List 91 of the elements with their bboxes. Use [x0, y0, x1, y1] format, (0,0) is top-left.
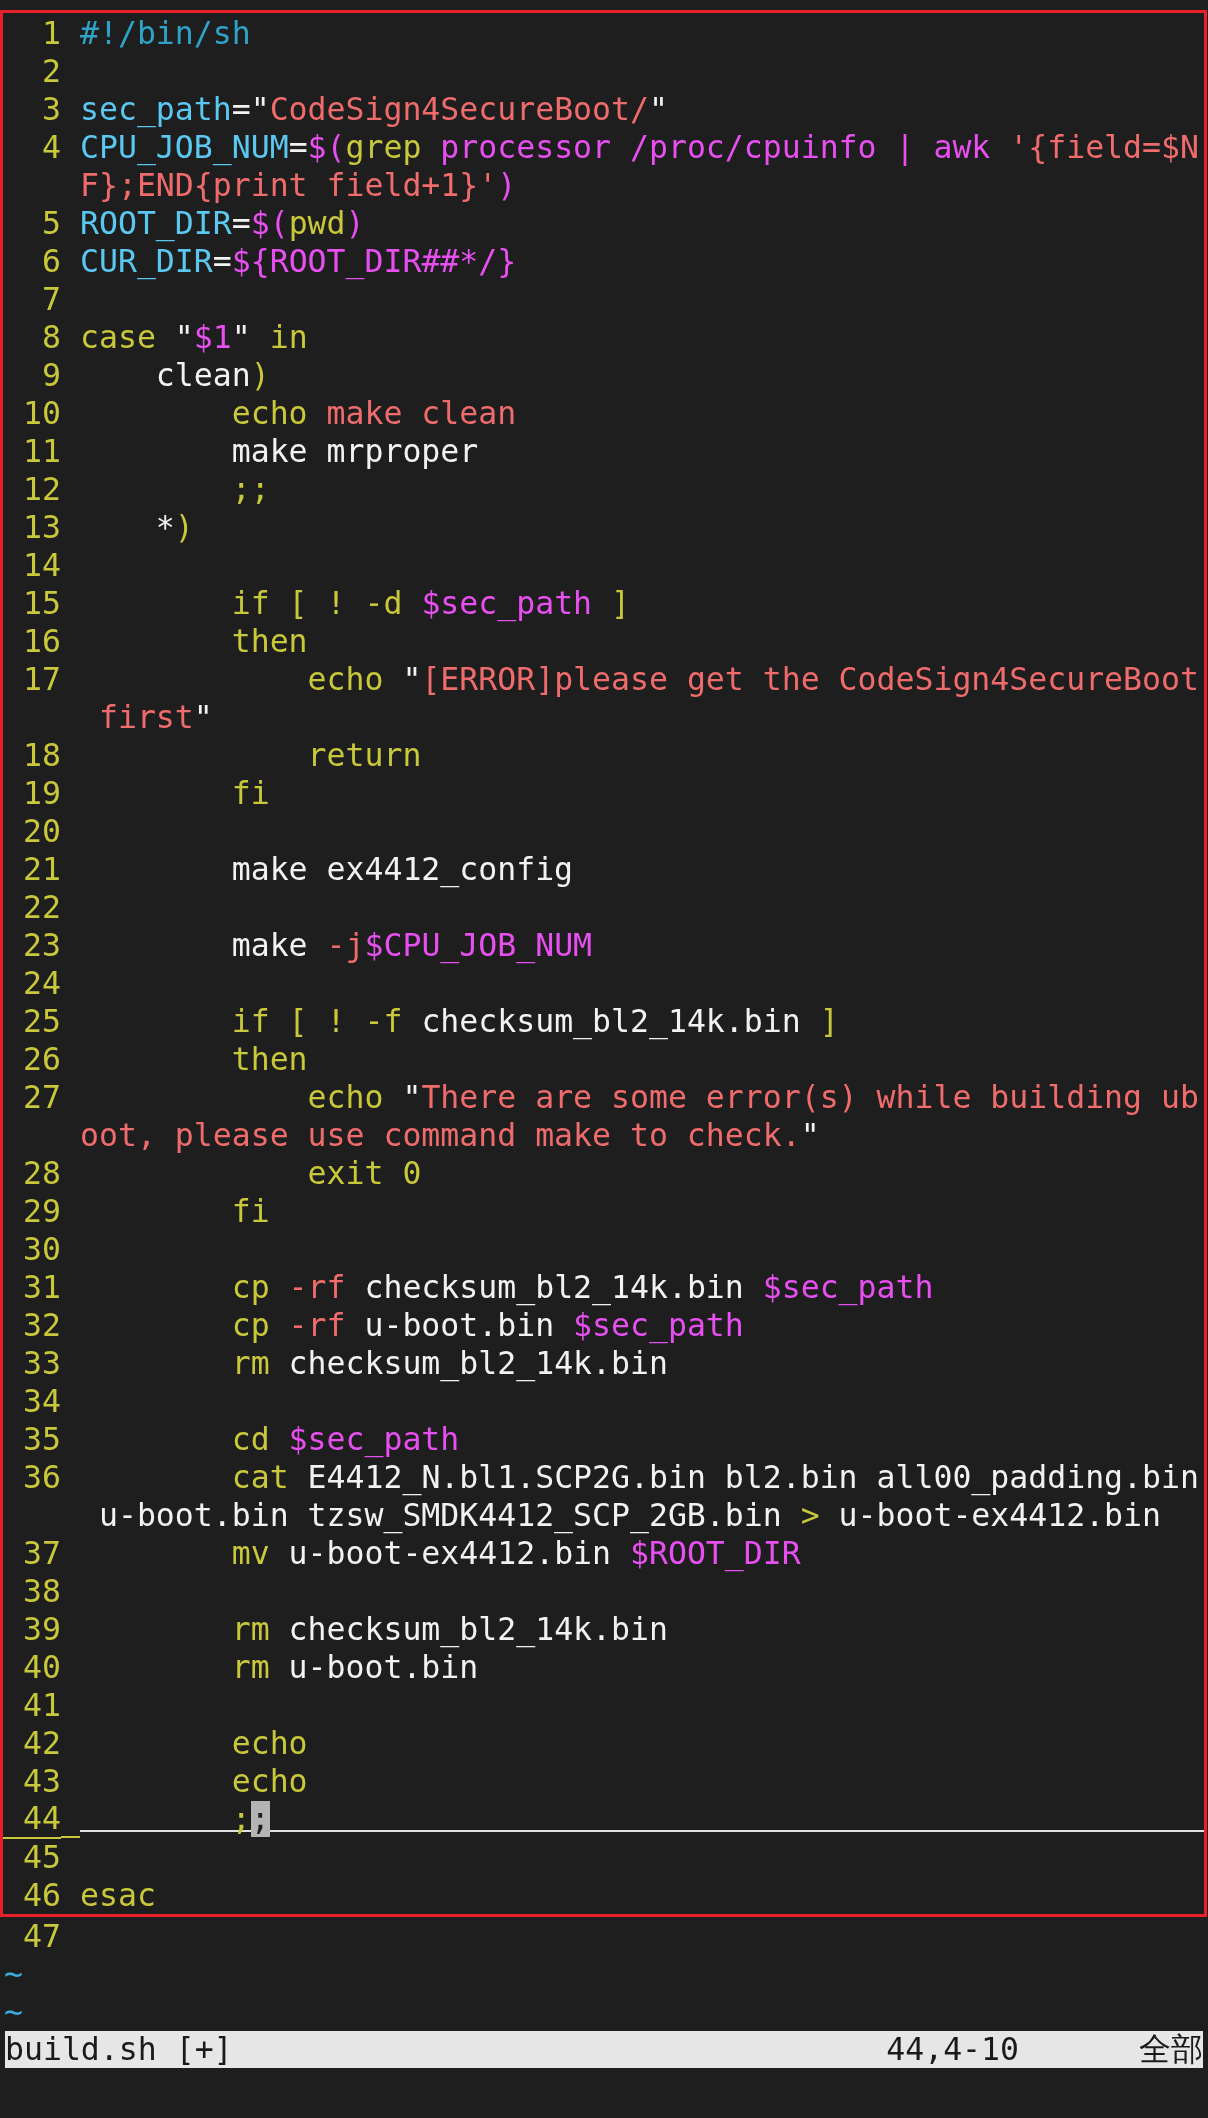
line-number: 26 — [22, 1040, 61, 1078]
line-number: 46 — [22, 1876, 61, 1914]
line-number: 10 — [22, 394, 61, 432]
code-line: CUR_DIR=${ROOT_DIR##*/} — [80, 242, 517, 280]
line-number: 23 — [22, 926, 61, 964]
line-number: 11 — [22, 432, 61, 470]
line-number: 32 — [22, 1306, 61, 1344]
code-line: sec_path="CodeSign4SecureBoot/" — [80, 90, 668, 128]
line-number: 4 — [41, 128, 61, 166]
line-number: 37 — [22, 1534, 61, 1572]
cursor-position: 44,4-10 — [886, 2029, 1019, 2069]
code-line: echo "There are some error(s) while building ub — [306, 1078, 1199, 1116]
line-number: 38 — [22, 1572, 61, 1610]
line-number: 6 — [41, 242, 61, 280]
line-number: 2 — [41, 52, 61, 90]
code-line: cd $sec_path — [230, 1420, 460, 1458]
line-number: 14 — [22, 546, 61, 584]
code-line: cat E4412_N.bl1.SCP2G.bin bl2.bin all00_padding.bin — [230, 1458, 1199, 1496]
line-number: 15 — [22, 584, 61, 622]
file-name: build.sh [+] — [5, 2029, 233, 2069]
line-number: 28 — [22, 1154, 61, 1192]
line-number: 29 — [22, 1192, 61, 1230]
code-line: echo — [230, 1724, 308, 1762]
code-line: return — [306, 736, 422, 774]
code-line: if [ ! -f checksum_bl2_14k.bin ] — [230, 1002, 839, 1040]
line-number: 35 — [22, 1420, 61, 1458]
line-number: 33 — [22, 1344, 61, 1382]
code-line: echo make clean — [230, 394, 517, 432]
line-number: 47 — [22, 1917, 61, 1955]
line-number: 44 — [3, 1799, 61, 1839]
line-number: 41 — [22, 1686, 61, 1724]
code-line: ;; — [230, 470, 270, 508]
code-line: u-boot.bin tzsw_SMDK4412_SCP_2GB.bin > u-boot-ex4412.bin — [97, 1496, 1161, 1534]
code-line: rm u-boot.bin — [230, 1648, 479, 1686]
line-number: 24 — [22, 964, 61, 1002]
line-number: 13 — [22, 508, 61, 546]
code-line: rm checksum_bl2_14k.bin — [230, 1610, 668, 1648]
line-number: 39 — [22, 1610, 61, 1648]
scroll-position: 全部 — [1139, 2029, 1203, 2069]
tilde-marker: ~ — [4, 1993, 23, 2031]
code-line: fi — [230, 774, 270, 812]
line-number: 18 — [22, 736, 61, 774]
code-line: echo — [230, 1762, 308, 1800]
code-line: first" — [97, 698, 213, 736]
line-number: 25 — [22, 1002, 61, 1040]
code-line: ROOT_DIR=$(pwd) — [80, 204, 365, 242]
code-line: cp -rf u-boot.bin $sec_path — [230, 1306, 744, 1344]
code-line: CPU_JOB_NUM=$(grep processor /proc/cpuinfo | awk '{field=$N — [80, 128, 1199, 166]
code-line: make mrproper — [230, 432, 479, 470]
line-number: 31 — [22, 1268, 61, 1306]
line-number: 16 — [22, 622, 61, 660]
code-line: cp -rf checksum_bl2_14k.bin $sec_path — [230, 1268, 934, 1306]
line-number: 7 — [41, 280, 61, 318]
code-line: echo "[ERROR]please get the CodeSign4SecureBoot — [306, 660, 1199, 698]
code-line: oot, please use command make to check." — [80, 1116, 820, 1154]
line-number: 42 — [22, 1724, 61, 1762]
code-line: mv u-boot-ex4412.bin $ROOT_DIR — [230, 1534, 801, 1572]
line-number: 8 — [41, 318, 61, 356]
code-line: fi — [230, 1192, 270, 1230]
code-line: make ex4412_config — [230, 850, 574, 888]
line-number: 34 — [22, 1382, 61, 1420]
line-number: 40 — [22, 1648, 61, 1686]
line-number: 1 — [41, 14, 61, 52]
code-line: esac — [80, 1876, 156, 1914]
line-number: 20 — [22, 812, 61, 850]
code-line: exit 0 — [306, 1154, 422, 1192]
code-line: case "$1" in — [80, 318, 308, 356]
line-number: 3 — [41, 90, 61, 128]
line-number: 22 — [22, 888, 61, 926]
code-line: rm checksum_bl2_14k.bin — [230, 1344, 668, 1382]
line-number: 45 — [22, 1838, 61, 1876]
code-line: *) — [154, 508, 194, 546]
line-number: 9 — [41, 356, 61, 394]
line-number: 19 — [22, 774, 61, 812]
line-number: 21 — [22, 850, 61, 888]
code-line: ;; — [230, 1800, 270, 1838]
line-number: 43 — [22, 1762, 61, 1800]
code-line: #!/bin/sh — [80, 14, 251, 52]
line-number: 12 — [22, 470, 61, 508]
code-line: F};END{print field+1}') — [80, 166, 517, 204]
line-number: 5 — [41, 204, 61, 242]
code-line: make -j$CPU_JOB_NUM — [230, 926, 593, 964]
line-number: 36 — [22, 1458, 61, 1496]
code-line: clean) — [154, 356, 270, 394]
code-line: then — [230, 1040, 308, 1078]
line-number: 30 — [22, 1230, 61, 1268]
code-line: if [ ! -d $sec_path ] — [230, 584, 630, 622]
code-line: then — [230, 622, 308, 660]
line-number: 17 — [22, 660, 61, 698]
tilde-marker: ~ — [4, 1955, 23, 1993]
line-number: 27 — [22, 1078, 61, 1116]
